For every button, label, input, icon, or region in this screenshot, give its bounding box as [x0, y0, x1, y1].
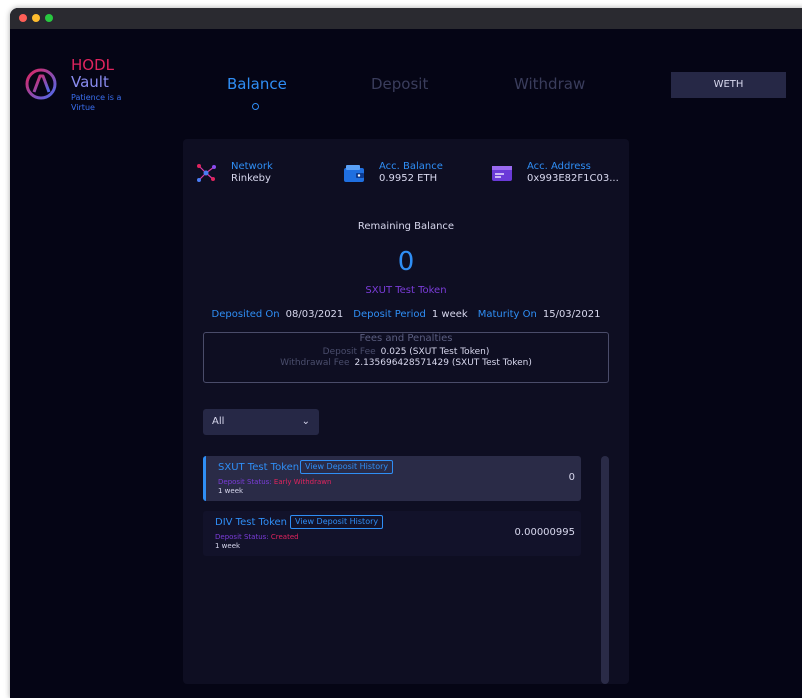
remaining-balance-label: Remaining Balance [357, 221, 455, 232]
deposit-filter-select[interactable]: All ⌄ [203, 409, 319, 435]
deposited-on-value: 08/03/2021 [285, 309, 344, 320]
withdrawal-fee-value: 2.135696428571429 (SXUT Test Token) [354, 358, 532, 368]
maturity-on-value: 15/03/2021 [542, 309, 601, 320]
view-deposit-history-button[interactable]: View Deposit History [290, 515, 384, 529]
wallet-icon [344, 165, 364, 182]
deposit-status: Deposit Status: Created [215, 533, 299, 541]
maturity-on-label: Maturity On [477, 309, 537, 320]
deposit-fee-value: 0.025 (SXUT Test Token) [380, 347, 490, 357]
tab-withdraw[interactable]: Withdraw [514, 75, 585, 93]
deposit-period: 1 week [218, 487, 244, 495]
deposited-on-label: Deposited On [211, 309, 280, 320]
app-window: HODL Vault Patience is a Virtue Balance … [10, 8, 802, 698]
app-content: HODL Vault Patience is a Virtue Balance … [10, 29, 802, 698]
token-select-button[interactable]: WETH [671, 72, 786, 98]
window-titlebar [10, 8, 802, 29]
network-label: Network [231, 161, 273, 172]
deposit-token-name: DIV Test Token [215, 517, 287, 528]
brand-tagline: Patience is a Virtue [71, 93, 122, 112]
brand[interactable]: HODL Vault Patience is a Virtue [24, 57, 164, 127]
deposit-list-item[interactable]: SXUT Test Token View Deposit History Dep… [203, 456, 581, 501]
deposit-period-value: 1 week [431, 309, 468, 320]
account-address-value[interactable]: 0x993E82F1C03... [527, 173, 619, 184]
close-window-button[interactable] [19, 14, 27, 22]
deposit-fee-row: Deposit Fee 0.025 (SXUT Test Token) [204, 347, 608, 357]
deposit-period: 1 week [215, 542, 241, 550]
deposit-list-scrollbar[interactable] [601, 456, 609, 684]
account-address-label: Acc. Address [527, 161, 591, 172]
fees-panel: Fees and Penalties Deposit Fee 0.025 (SXU… [203, 332, 609, 383]
deposit-list-item[interactable]: DIV Test Token View Deposit History Depo… [203, 511, 581, 556]
view-deposit-history-button[interactable]: View Deposit History [300, 460, 394, 474]
fees-title: Fees and Penalties [353, 333, 459, 344]
hodl-logo-icon [25, 68, 57, 100]
brand-name: HODL Vault [71, 56, 114, 91]
tab-deposit[interactable]: Deposit [371, 75, 428, 93]
deposit-amount: 0 [568, 472, 575, 483]
chevron-down-icon: ⌄ [301, 416, 310, 427]
deposit-dates: Deposited On 08/03/2021 Deposit Period 1 we… [183, 309, 629, 320]
maximize-window-button[interactable] [45, 14, 53, 22]
network-value: Rinkeby [231, 173, 271, 184]
deposit-period-label: Deposit Period [353, 309, 426, 320]
address-card-icon [492, 166, 512, 181]
deposit-status: Deposit Status: Early Withdrawn [218, 478, 332, 486]
account-balance-label: Acc. Balance [379, 161, 443, 172]
withdrawal-fee-label: Withdrawal Fee [280, 358, 350, 368]
withdrawal-fee-row: Withdrawal Fee 2.135696428571429 (SXUT Te… [204, 358, 608, 368]
tab-balance[interactable]: Balance [227, 75, 287, 93]
deposit-token-name: SXUT Test Token [218, 462, 300, 473]
deposit-filter-value: All [212, 416, 225, 427]
account-balance-value: 0.9952 ETH [379, 173, 438, 184]
balance-card: Network Rinkeby Acc. Balance 0.9952 ETH [183, 139, 629, 684]
remaining-balance-value: 0 [397, 247, 415, 277]
active-tab-indicator [252, 103, 259, 110]
minimize-window-button[interactable] [32, 14, 40, 22]
network-icon [197, 164, 216, 182]
token-name: SXUT Test Token [365, 285, 447, 296]
deposit-amount: 0.00000995 [514, 527, 575, 538]
deposit-fee-label: Deposit Fee [322, 347, 376, 357]
